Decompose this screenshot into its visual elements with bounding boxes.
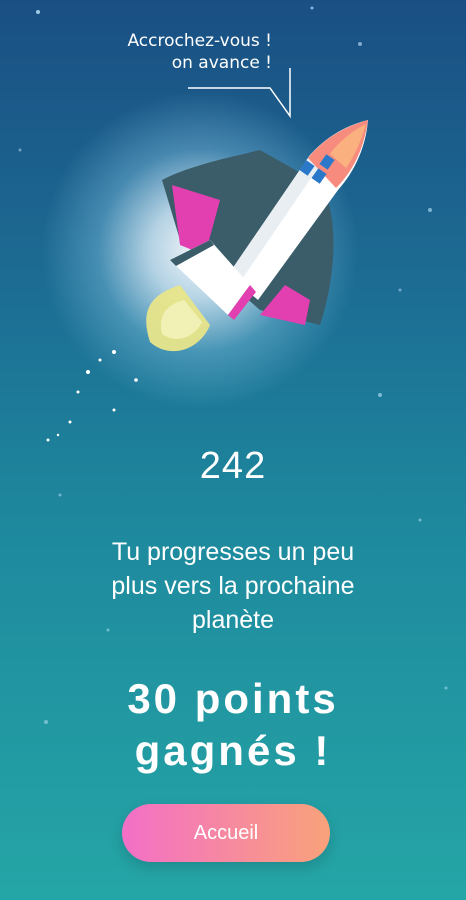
speech-line-1: Accrochez-vous ! — [127, 31, 272, 51]
progress-message-line-1: Tu progresses un peu — [111, 538, 355, 566]
progress-message-line-2: plus vers la prochaine — [111, 572, 355, 600]
points-earned-line-2: gagnés ! — [134, 727, 332, 774]
progress-message-line-3: planète — [191, 606, 275, 634]
progress-count: 242 — [199, 445, 267, 487]
points-earned: 30 points gagnés ! — [30, 673, 436, 777]
screen: Accrochez-vous ! on avance ! 242 Tu prog… — [0, 0, 466, 900]
sparkle-trail — [46, 350, 138, 442]
points-earned-line-1: 30 points — [127, 675, 339, 722]
progress-message: Tu progresses un peu plus vers la procha… — [60, 535, 406, 637]
home-button[interactable]: Accueil — [122, 804, 330, 862]
